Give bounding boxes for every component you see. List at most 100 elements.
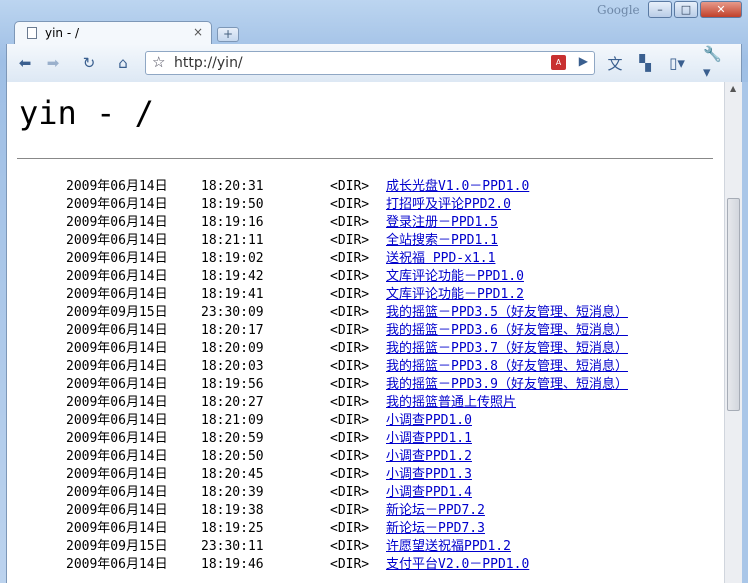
entry-link[interactable]: 登录注册－PPD1.5 (386, 214, 498, 232)
window-brand: Google (597, 3, 640, 17)
entry-link[interactable]: 送祝福 PPD-x1.1 (386, 250, 495, 268)
entry-type: <DIR> (330, 179, 370, 194)
entry-link[interactable]: 我的摇篮－PPD3.5（好友管理、短消息） (386, 304, 628, 322)
entry-date: 2009年06月14日 (66, 503, 168, 518)
table-row: 2009年06月14日 18:19:41 <DIR> 文库评论功能－PPD1.2 (66, 286, 706, 304)
close-window-button[interactable]: ✕ (700, 1, 742, 18)
entry-link[interactable]: 全站搜索－PPD1.1 (386, 232, 498, 250)
table-row: 2009年06月14日 18:19:38 <DIR> 新论坛－PPD7.2 (66, 502, 706, 520)
home-button[interactable]: ⌂ (111, 52, 135, 74)
entry-date: 2009年06月14日 (66, 413, 168, 428)
entry-time: 18:19:46 (201, 557, 264, 572)
entry-date: 2009年06月14日 (66, 359, 168, 374)
minimize-button[interactable]: – (648, 1, 672, 18)
entry-link[interactable]: 打招呼及评论PPD2.0 (386, 196, 511, 214)
table-row: 2009年06月14日 18:21:11 <DIR> 全站搜索－PPD1.1 (66, 232, 706, 250)
forward-arrow-icon: ➡ (46, 54, 60, 72)
reload-button[interactable]: ↻ (77, 52, 101, 74)
entry-time: 18:20:03 (201, 359, 264, 374)
entry-date: 2009年06月14日 (66, 251, 168, 266)
address-bar[interactable]: ☆ A ▶ (145, 51, 595, 75)
table-row: 2009年06月14日 18:20:31 <DIR> 成长光盘V1.0－PPD1… (66, 178, 706, 196)
new-tab-button[interactable]: + (217, 27, 239, 42)
url-input[interactable] (174, 54, 504, 72)
tab-close-button[interactable]: × (193, 25, 203, 39)
entry-link[interactable]: 文库评论功能－PPD1.2 (386, 286, 524, 304)
entry-link[interactable]: 小调查PPD1.2 (386, 448, 472, 466)
table-row: 2009年06月14日 18:20:09 <DIR> 我的摇篮－PPD3.7（好… (66, 340, 706, 358)
scrollbar-thumb[interactable] (727, 198, 740, 411)
entry-time: 18:19:02 (201, 251, 264, 266)
entry-type: <DIR> (330, 233, 370, 248)
entry-link[interactable]: 我的摇篮－PPD3.9（好友管理、短消息） (386, 376, 628, 394)
entry-time: 18:19:16 (201, 215, 264, 230)
entry-date: 2009年09月15日 (66, 539, 168, 554)
entry-type: <DIR> (330, 413, 370, 428)
entry-type: <DIR> (330, 557, 370, 572)
entry-type: <DIR> (330, 395, 370, 410)
entry-type: <DIR> (330, 287, 370, 302)
entry-date: 2009年06月14日 (66, 341, 168, 356)
page-content: yin - / 2009年06月14日 18:20:31 <DIR> 成长光盘V… (6, 82, 724, 583)
entry-type: <DIR> (330, 251, 370, 266)
entry-link[interactable]: 小调查PPD1.4 (386, 484, 472, 502)
entry-date: 2009年06月14日 (66, 485, 168, 500)
entry-type: <DIR> (330, 485, 370, 500)
forward-button[interactable]: ➡ (41, 52, 65, 74)
table-row: 2009年06月14日 18:20:17 <DIR> 我的摇篮－PPD3.6（好… (66, 322, 706, 340)
entry-link[interactable]: 新论坛－PPD7.2 (386, 502, 485, 520)
entry-time: 18:21:09 (201, 413, 264, 428)
entry-type: <DIR> (330, 467, 370, 482)
entry-type: <DIR> (330, 305, 370, 320)
entry-time: 18:20:17 (201, 323, 264, 338)
translate-button[interactable]: 文 (603, 52, 627, 74)
divider (17, 158, 713, 159)
entry-link[interactable]: 我的摇篮－PPD3.6（好友管理、短消息） (386, 322, 628, 340)
entry-date: 2009年06月14日 (66, 557, 168, 572)
browser-tab[interactable]: yin - / × (14, 21, 212, 45)
table-row: 2009年06月14日 18:19:25 <DIR> 新论坛－PPD7.3 (66, 520, 706, 538)
table-row: 2009年06月14日 18:19:50 <DIR> 打招呼及评论PPD2.0 (66, 196, 706, 214)
bookmark-star-icon[interactable]: ☆ (152, 53, 165, 71)
entry-link[interactable]: 我的摇篮－PPD3.8（好友管理、短消息） (386, 358, 628, 376)
maximize-button[interactable]: □ (674, 1, 698, 18)
entry-link[interactable]: 小调查PPD1.3 (386, 466, 472, 484)
delicious-button[interactable]: ▚ (633, 52, 657, 74)
vertical-scrollbar[interactable]: ▲ (724, 82, 742, 583)
entry-link[interactable]: 新论坛－PPD7.3 (386, 520, 485, 538)
entry-link[interactable]: 许愿望送祝福PPD1.2 (386, 538, 511, 556)
extension-icon[interactable]: A (551, 55, 566, 70)
entry-type: <DIR> (330, 269, 370, 284)
entry-time: 18:20:59 (201, 431, 264, 446)
entry-link[interactable]: 成长光盘V1.0－PPD1.0 (386, 178, 529, 196)
entry-date: 2009年09月15日 (66, 305, 168, 320)
entry-time: 18:20:50 (201, 449, 264, 464)
table-row: 2009年06月14日 18:20:39 <DIR> 小调查PPD1.4 (66, 484, 706, 502)
table-row: 2009年06月14日 18:19:46 <DIR> 支付平台V2.0－PPD1… (66, 556, 706, 574)
go-arrow-icon[interactable]: ▶ (579, 54, 588, 68)
entry-type: <DIR> (330, 359, 370, 374)
table-row: 2009年06月14日 18:20:03 <DIR> 我的摇篮－PPD3.8（好… (66, 358, 706, 376)
tools-menu-button[interactable]: 🔧▾ (703, 45, 727, 81)
entry-time: 18:19:38 (201, 503, 264, 518)
back-button[interactable]: ⬅ (13, 52, 37, 74)
page-menu-button[interactable]: ▯▾ (665, 52, 689, 74)
entry-link[interactable]: 支付平台V2.0－PPD1.0 (386, 556, 529, 574)
entry-date: 2009年06月14日 (66, 197, 168, 212)
entry-type: <DIR> (330, 449, 370, 464)
page-title: yin - / (19, 94, 154, 132)
entry-link[interactable]: 小调查PPD1.0 (386, 412, 472, 430)
entry-link[interactable]: 我的摇篮－PPD3.7（好友管理、短消息） (386, 340, 628, 358)
entry-time: 23:30:11 (201, 539, 264, 554)
entry-link[interactable]: 文库评论功能－PPD1.0 (386, 268, 524, 286)
scroll-up-icon[interactable]: ▲ (730, 84, 736, 93)
entry-date: 2009年06月14日 (66, 215, 168, 230)
entry-type: <DIR> (330, 197, 370, 212)
entry-date: 2009年06月14日 (66, 377, 168, 392)
entry-date: 2009年06月14日 (66, 269, 168, 284)
toolbar: ⬅ ➡ ↻ ⌂ ☆ A ▶ 文 ▚ ▯▾ 🔧▾ (6, 44, 742, 82)
entry-link[interactable]: 小调查PPD1.1 (386, 430, 472, 448)
table-row: 2009年06月14日 18:19:16 <DIR> 登录注册－PPD1.5 (66, 214, 706, 232)
entry-type: <DIR> (330, 539, 370, 554)
entry-link[interactable]: 我的摇篮普通上传照片 (386, 394, 516, 412)
